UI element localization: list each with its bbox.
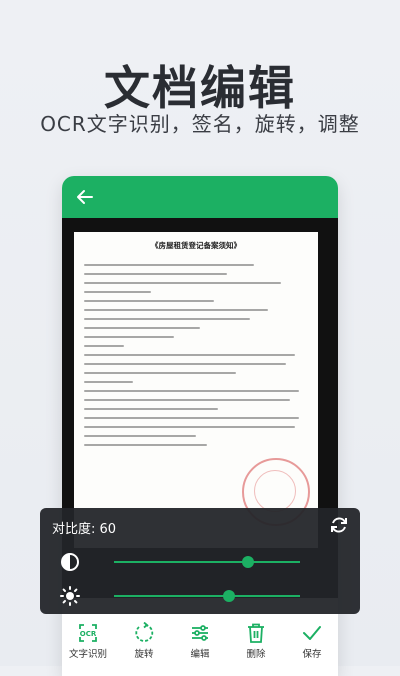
arrow-left-icon [77, 190, 93, 204]
trash-icon [248, 623, 264, 643]
app-bar [62, 176, 338, 218]
contrast-icon [61, 553, 79, 571]
svg-text:OCR: OCR [80, 630, 97, 638]
sun-icon [60, 586, 80, 606]
edit-label: 编辑 [190, 649, 210, 660]
contrast-slider[interactable] [114, 556, 300, 568]
contrast-label: 对比度: 60 [52, 522, 117, 537]
save-button[interactable]: 保存 [286, 618, 338, 666]
sliders-icon [192, 625, 208, 641]
back-button[interactable] [70, 182, 100, 212]
rotate-icon [135, 622, 154, 642]
bottom-toolbar: OCR 文字识别 旋转 编辑 删除 保存 [62, 618, 338, 666]
document-page: 《房屋租赁登记备案须知》 [74, 232, 318, 548]
reset-button[interactable] [328, 514, 350, 536]
document-text-lines [74, 251, 318, 446]
brightness-slider[interactable] [114, 590, 300, 602]
brightness-slider-knob[interactable] [223, 590, 236, 602]
check-icon [303, 626, 321, 640]
rotate-button[interactable]: 旋转 [118, 618, 170, 666]
save-label: 保存 [302, 649, 322, 660]
document-title: 《房屋租赁登记备案须知》 [151, 241, 241, 250]
promo-subtitle: OCR文字识别，签名，旋转，调整 [40, 112, 360, 136]
delete-button[interactable]: 删除 [230, 618, 282, 666]
ocr-button[interactable]: OCR 文字识别 [62, 618, 114, 666]
ocr-icon: OCR [79, 624, 97, 642]
adjust-panel: 对比度: 60 [40, 508, 360, 614]
contrast-slider-knob[interactable] [241, 556, 254, 568]
edit-button[interactable]: 编辑 [174, 618, 226, 666]
rotate-label: 旋转 [134, 649, 154, 660]
delete-label: 删除 [246, 649, 266, 660]
refresh-icon [331, 517, 347, 533]
ocr-label: 文字识别 [68, 649, 107, 660]
